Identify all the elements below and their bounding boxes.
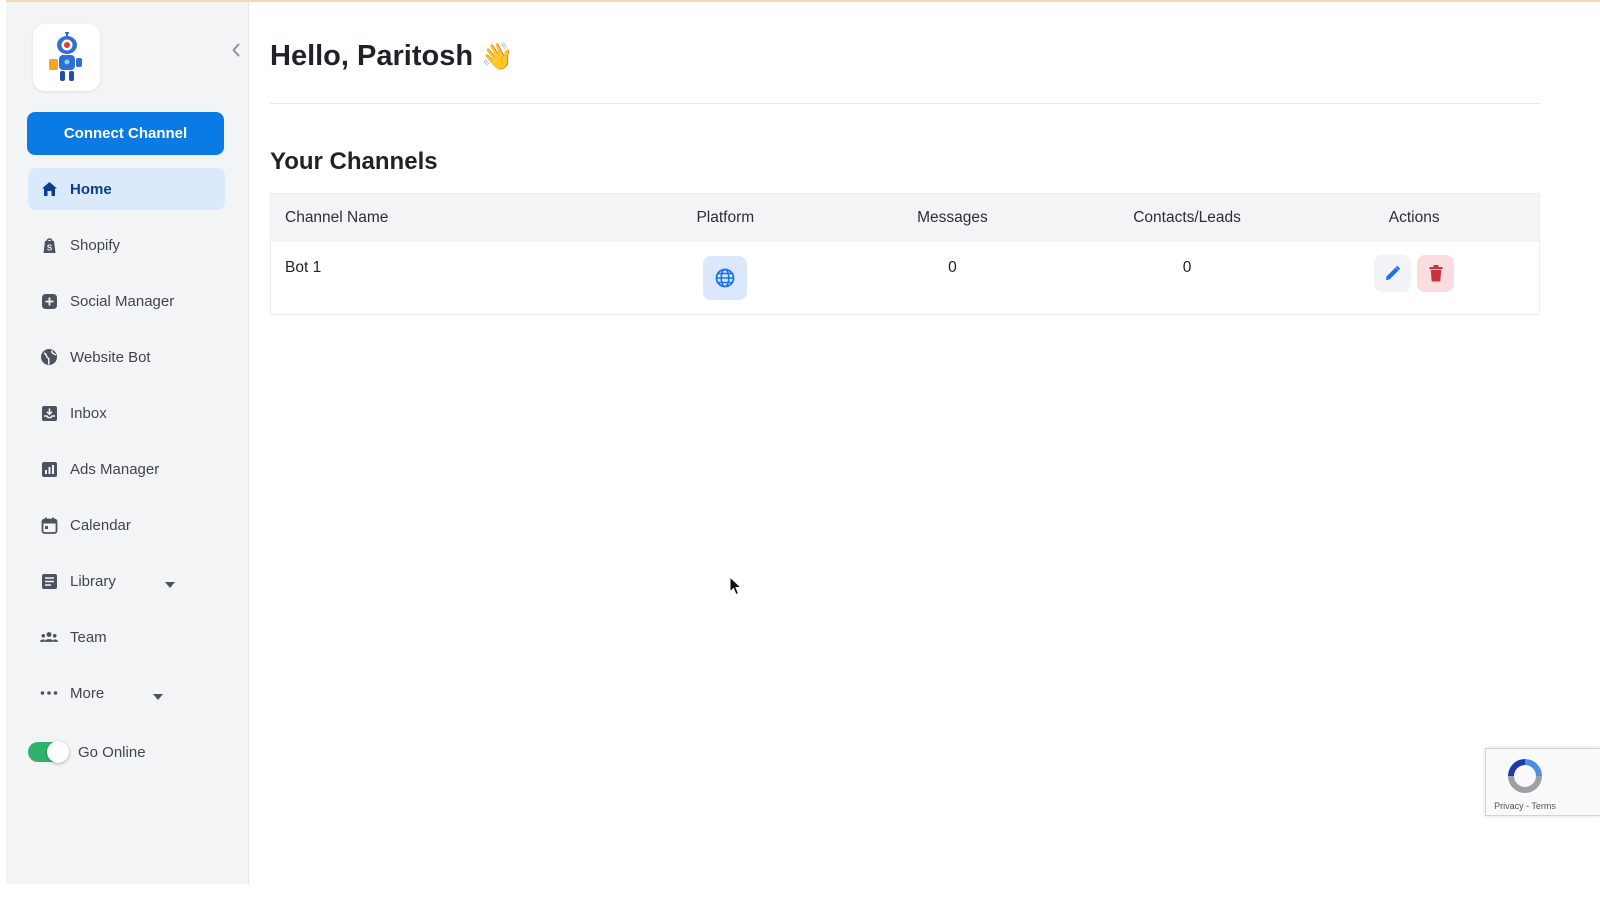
plus-square-icon xyxy=(40,292,58,310)
divider xyxy=(270,103,1540,104)
waving-hand-emoji: 👋 xyxy=(481,41,514,71)
column-header-messages: Messages xyxy=(917,209,988,226)
document-icon xyxy=(40,572,58,590)
inbox-icon xyxy=(40,404,58,422)
home-icon xyxy=(40,180,58,198)
caret-down-icon xyxy=(153,687,163,705)
connect-channel-button[interactable]: Connect Channel xyxy=(27,112,224,155)
sidebar-nav: Home S Shopify Social Manager Website Bo… xyxy=(28,168,225,728)
edit-button[interactable] xyxy=(1374,255,1412,292)
column-header-actions: Actions xyxy=(1388,209,1440,226)
sidebar-item-ads-manager[interactable]: Ads Manager xyxy=(28,448,225,490)
pencil-icon xyxy=(1386,265,1401,280)
sidebar-item-label: Library xyxy=(70,572,116,590)
calendar-icon xyxy=(40,516,58,534)
messages-cell: 0 xyxy=(948,259,957,276)
platform-cell xyxy=(630,242,820,314)
sidebar-item-label: Website Bot xyxy=(70,348,151,366)
toggle-knob xyxy=(47,741,69,763)
go-online-toggle[interactable] xyxy=(28,741,69,763)
go-online-label: Go Online xyxy=(78,743,146,761)
section-title: Your Channels xyxy=(270,148,438,175)
sidebar-item-label: Social Manager xyxy=(70,292,175,310)
sidebar-item-label: More xyxy=(70,684,105,702)
page-title: Hello, Paritosh 👋 xyxy=(270,40,513,73)
sidebar-item-website-bot[interactable]: Website Bot xyxy=(28,336,225,378)
sidebar-item-label: Shopify xyxy=(70,236,121,254)
caret-down-icon xyxy=(165,575,175,593)
robot-logo-icon xyxy=(48,31,82,81)
sidebar-item-label: Team xyxy=(70,628,107,646)
column-header-contacts: Contacts/Leads xyxy=(1133,209,1241,226)
actions-cell xyxy=(1289,242,1539,314)
sidebar-item-inbox[interactable]: Inbox xyxy=(28,392,225,434)
table-header: Channel Name Platform Messages Contacts/… xyxy=(271,194,1539,242)
sidebar-item-label: Inbox xyxy=(70,404,107,422)
globe-icon xyxy=(40,348,58,366)
chevron-left-icon xyxy=(232,43,240,57)
recaptcha-icon xyxy=(1504,755,1546,802)
shopify-icon: S xyxy=(40,236,58,254)
sidebar-item-label: Ads Manager xyxy=(70,460,160,478)
sidebar-item-social-manager[interactable]: Social Manager xyxy=(28,280,225,322)
team-icon xyxy=(40,628,58,646)
column-header-platform: Platform xyxy=(696,209,755,226)
svg-text:S: S xyxy=(46,243,52,252)
greeting-text: Hello, Paritosh xyxy=(270,40,474,72)
bar-chart-icon xyxy=(40,460,58,478)
channel-name-cell: Bot 1 xyxy=(285,259,322,276)
trash-icon xyxy=(1429,265,1443,282)
channels-table: Channel Name Platform Messages Contacts/… xyxy=(270,193,1540,315)
sidebar-item-calendar[interactable]: Calendar xyxy=(28,504,225,546)
contacts-cell: 0 xyxy=(1182,259,1192,276)
sidebar-item-library[interactable]: Library xyxy=(28,560,225,602)
globe-icon xyxy=(703,256,748,300)
more-dots-icon xyxy=(40,684,58,702)
sidebar-item-label: Calendar xyxy=(70,516,131,534)
collapse-sidebar-button[interactable] xyxy=(228,40,244,60)
sidebar: Connect Channel Home S Shopify Social Ma… xyxy=(6,2,249,884)
sidebar-item-team[interactable]: Team xyxy=(28,616,225,658)
app-logo[interactable] xyxy=(33,24,100,91)
sidebar-item-label: Home xyxy=(70,180,112,198)
mouse-cursor-icon xyxy=(729,575,743,601)
go-online-row: Go Online xyxy=(28,739,146,765)
table-row[interactable]: Bot 1 0 0 xyxy=(271,242,1539,314)
delete-button[interactable] xyxy=(1417,255,1455,292)
recaptcha-links[interactable]: Privacy - Terms xyxy=(1486,801,1564,811)
sidebar-item-more[interactable]: More xyxy=(28,672,225,714)
sidebar-item-shopify[interactable]: S Shopify xyxy=(28,224,225,266)
recaptcha-badge[interactable]: Privacy - Terms xyxy=(1485,748,1600,816)
sidebar-item-home[interactable]: Home xyxy=(28,168,225,210)
column-header-channel-name: Channel Name xyxy=(285,209,389,226)
